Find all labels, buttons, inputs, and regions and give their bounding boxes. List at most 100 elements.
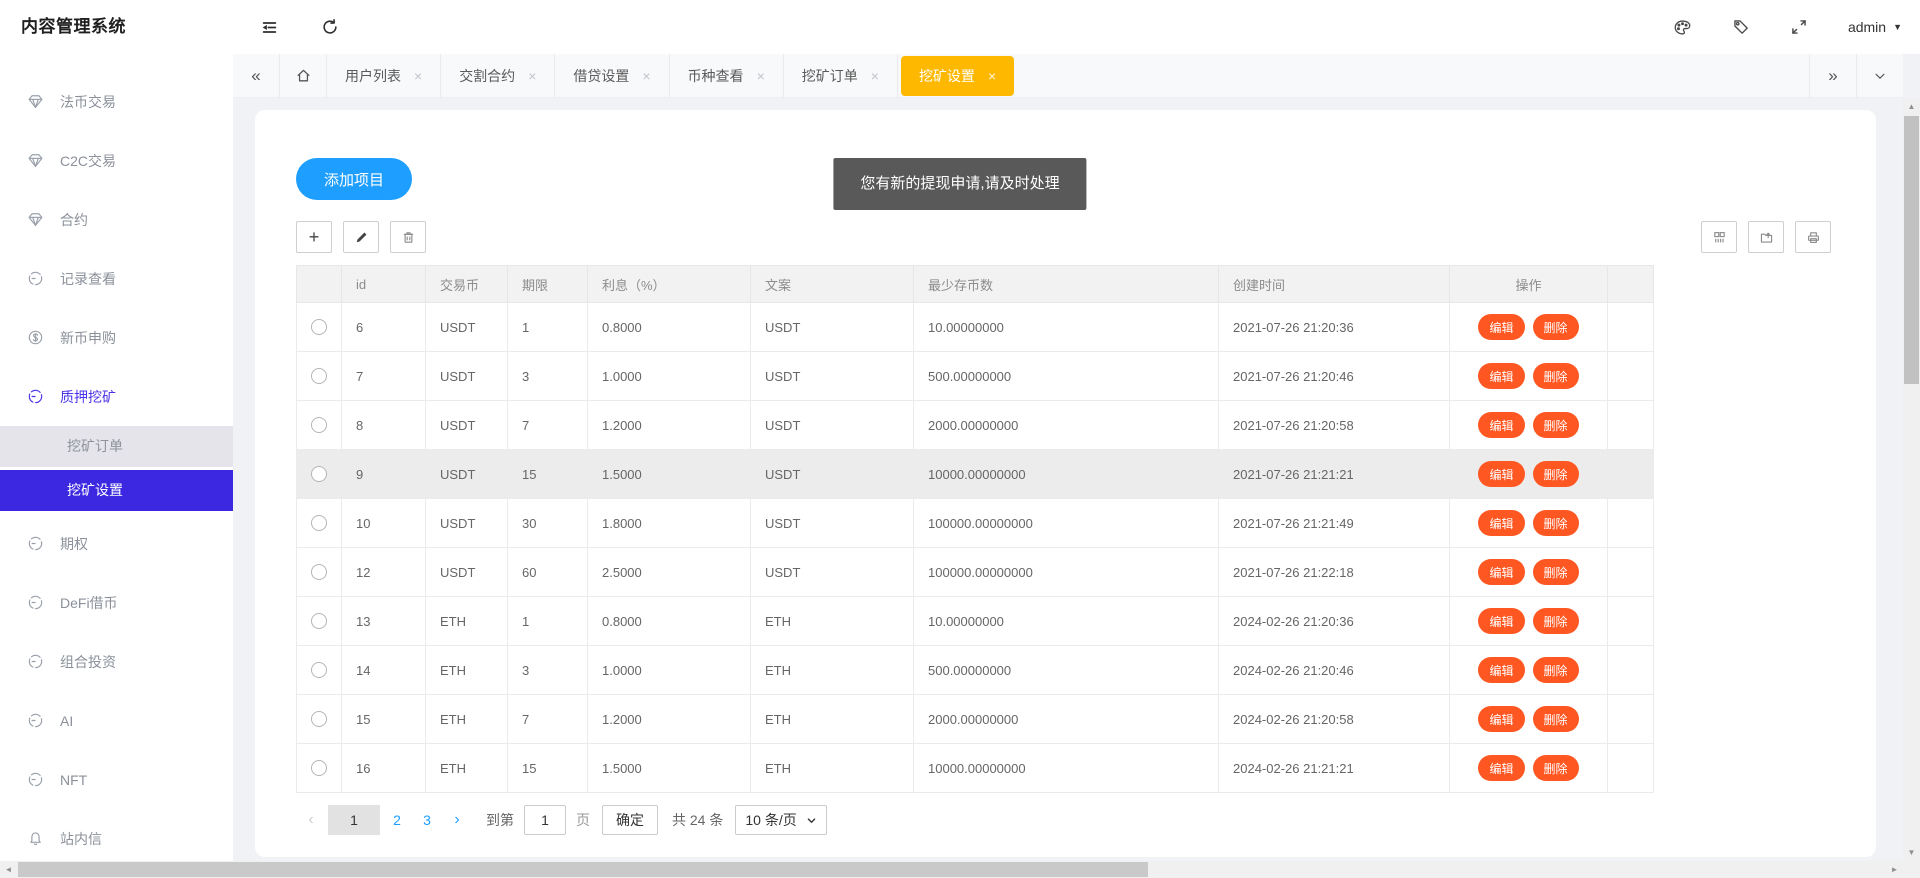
edit-button[interactable]: 编辑 xyxy=(1478,755,1524,781)
row-radio[interactable] xyxy=(311,319,327,335)
tab-close-icon[interactable]: × xyxy=(988,68,996,84)
cell-coin: USDT xyxy=(426,303,508,352)
edit-button[interactable]: 编辑 xyxy=(1478,608,1524,634)
row-radio[interactable] xyxy=(311,466,327,482)
tab-币种查看[interactable]: 币种查看× xyxy=(670,54,784,98)
edit-button[interactable]: 编辑 xyxy=(1478,657,1524,683)
sidebar-subitem-挖矿设置[interactable]: 挖矿设置 xyxy=(0,470,233,511)
sidebar-item-记录查看[interactable]: 记录查看 xyxy=(0,249,233,308)
delete-button[interactable]: 删除 xyxy=(1533,559,1579,585)
next-page-icon[interactable]: › xyxy=(442,811,472,829)
page-link[interactable]: 2 xyxy=(382,812,412,828)
row-radio[interactable] xyxy=(311,564,327,580)
tab-label: 用户列表 xyxy=(345,66,401,86)
delete-button[interactable]: 删除 xyxy=(1533,755,1579,781)
edit-button[interactable]: 编辑 xyxy=(1478,706,1524,732)
sidebar-item-合约[interactable]: 合约 xyxy=(0,190,233,249)
row-radio[interactable] xyxy=(311,711,327,727)
tag-icon[interactable] xyxy=(1732,18,1750,36)
scroll-right-icon[interactable]: ► xyxy=(1886,861,1903,878)
print-icon[interactable] xyxy=(1795,221,1831,253)
sidebar-item-NFT[interactable]: NFT xyxy=(0,750,233,809)
sidebar-item-C2C交易[interactable]: C2C交易 xyxy=(0,131,233,190)
delete-button[interactable]: 删除 xyxy=(1533,706,1579,732)
refresh-icon[interactable] xyxy=(321,18,339,36)
row-radio[interactable] xyxy=(311,662,327,678)
prev-page-icon[interactable]: ‹ xyxy=(296,811,326,829)
delete-button[interactable]: 删除 xyxy=(1533,363,1579,389)
tab-close-icon[interactable]: × xyxy=(757,68,765,84)
tab-close-icon[interactable]: × xyxy=(871,68,879,84)
export-icon[interactable] xyxy=(1748,221,1784,253)
sidebar-item-期权[interactable]: 期权 xyxy=(0,514,233,573)
sidebar-item-AI[interactable]: AI xyxy=(0,691,233,750)
delete-button[interactable]: 删除 xyxy=(1533,314,1579,340)
tab-挖矿设置[interactable]: 挖矿设置× xyxy=(901,56,1014,96)
sidebar-item-质押挖矿[interactable]: 质押挖矿 xyxy=(0,367,233,426)
edit-row-button[interactable] xyxy=(343,221,379,253)
row-radio[interactable] xyxy=(311,515,327,531)
edit-button[interactable]: 编辑 xyxy=(1478,559,1524,585)
edit-button[interactable]: 编辑 xyxy=(1478,314,1524,340)
tab-借贷设置[interactable]: 借贷设置 × xyxy=(555,54,669,98)
sidebar-item-法币交易[interactable]: 法币交易 xyxy=(0,72,233,131)
cell-interest: 1.8000 xyxy=(588,499,751,548)
delete-button[interactable]: 删除 xyxy=(1533,608,1579,634)
tab-bar: « 用户列表×交割合约×借贷设置×币种查看×挖矿订单×挖矿设置× » xyxy=(233,54,1903,98)
vertical-scrollbar[interactable]: ▲ ▼ xyxy=(1903,98,1920,861)
cell-copy: USDT xyxy=(751,352,914,401)
page-link[interactable]: 3 xyxy=(412,812,442,828)
scroll-down-icon[interactable]: ▼ xyxy=(1903,844,1920,861)
delete-row-button[interactable] xyxy=(390,221,426,253)
row-radio[interactable] xyxy=(311,613,327,629)
sidebar-subitem-挖矿订单[interactable]: 挖矿订单 xyxy=(0,426,233,467)
horizontal-scrollbar[interactable]: ◄ ► xyxy=(0,861,1903,878)
tabs-scroll-left-icon[interactable]: « xyxy=(233,54,280,98)
table-row: 10USDT301.8000USDT100000.000000002021-07… xyxy=(297,499,1654,548)
scroll-left-icon[interactable]: ◄ xyxy=(0,861,17,878)
scroll-up-icon[interactable]: ▲ xyxy=(1903,98,1920,115)
row-radio[interactable] xyxy=(311,417,327,433)
app-title: 内容管理系统 xyxy=(21,0,126,54)
fullscreen-icon[interactable] xyxy=(1790,18,1808,36)
sidebar-item-组合投资[interactable]: 组合投资 xyxy=(0,632,233,691)
add-project-button[interactable]: 添加项目 xyxy=(296,158,412,200)
tab-close-icon[interactable]: × xyxy=(642,68,650,84)
delete-button[interactable]: 删除 xyxy=(1533,510,1579,536)
sidebar-item-新币申购[interactable]: 新币申购 xyxy=(0,308,233,367)
tab-label: 交割合约 xyxy=(459,66,515,86)
goto-page-input[interactable] xyxy=(524,805,566,835)
tab-close-icon[interactable]: × xyxy=(414,68,422,84)
tabs-scroll-right-icon[interactable]: » xyxy=(1809,54,1856,98)
row-radio[interactable] xyxy=(311,368,327,384)
sidebar-item-站内信[interactable]: 站内信 xyxy=(0,809,233,868)
tab-用户列表[interactable]: 用户列表 × xyxy=(327,54,441,98)
add-row-button[interactable]: + xyxy=(296,221,332,253)
menu-collapse-icon[interactable] xyxy=(260,18,279,37)
vertical-scrollbar-thumb[interactable] xyxy=(1904,116,1919,384)
tab-交割合约[interactable]: 交割合约 × xyxy=(441,54,555,98)
user-menu[interactable]: admin ▼ xyxy=(1848,19,1902,35)
tab-label: 借贷设置 xyxy=(573,66,629,86)
tab-home[interactable] xyxy=(280,54,327,98)
edit-button[interactable]: 编辑 xyxy=(1478,412,1524,438)
edit-button[interactable]: 编辑 xyxy=(1478,461,1524,487)
delete-button[interactable]: 删除 xyxy=(1533,412,1579,438)
page-current[interactable]: 1 xyxy=(328,805,380,835)
horizontal-scrollbar-thumb[interactable] xyxy=(18,862,1148,877)
delete-button[interactable]: 删除 xyxy=(1533,461,1579,487)
delete-button[interactable]: 删除 xyxy=(1533,657,1579,683)
cell-copy: USDT xyxy=(751,303,914,352)
columns-filter-icon[interactable] xyxy=(1701,221,1737,253)
tab-close-icon[interactable]: × xyxy=(528,68,536,84)
tabs-dropdown-icon[interactable] xyxy=(1856,54,1903,98)
tab-挖矿订单[interactable]: 挖矿订单× xyxy=(784,54,898,98)
confirm-page-button[interactable]: 确定 xyxy=(602,805,658,835)
sidebar-item-DeFi借币[interactable]: DeFi借币 xyxy=(0,573,233,632)
row-radio[interactable] xyxy=(311,760,327,776)
theme-palette-icon[interactable] xyxy=(1673,18,1692,37)
edit-button[interactable]: 编辑 xyxy=(1478,510,1524,536)
page-size-select[interactable]: 10 条/页 xyxy=(735,805,826,835)
cell-id: 10 xyxy=(342,499,426,548)
edit-button[interactable]: 编辑 xyxy=(1478,363,1524,389)
